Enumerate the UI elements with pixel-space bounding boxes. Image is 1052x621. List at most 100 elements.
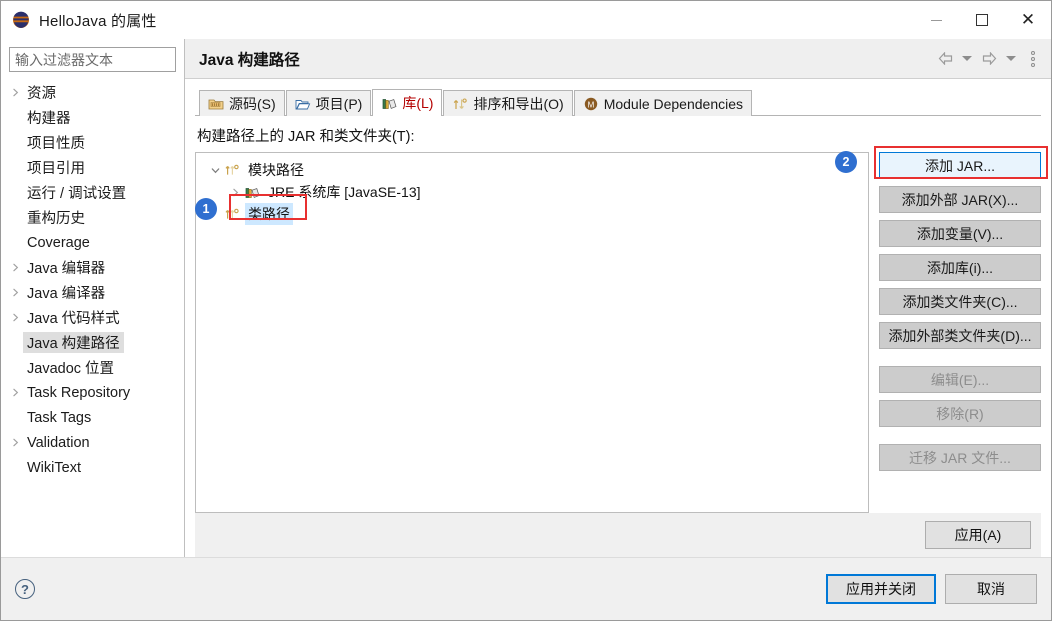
chevron-right-icon[interactable] bbox=[7, 312, 23, 323]
tab-4[interactable]: M Module Dependencies bbox=[573, 90, 753, 116]
minimize-icon bbox=[930, 19, 942, 21]
chevron-right-icon[interactable] bbox=[7, 262, 23, 273]
sidebar-item-2[interactable]: 项目性质 bbox=[1, 130, 184, 155]
sidebar-item-6[interactable]: Coverage bbox=[1, 230, 184, 255]
sidebar-item-8[interactable]: Java 编译器 bbox=[1, 280, 184, 305]
chevron-down-icon[interactable] bbox=[206, 165, 224, 176]
sidebar-item-0[interactable]: 资源 bbox=[1, 80, 184, 105]
sidebar-item-9[interactable]: Java 代码样式 bbox=[1, 305, 184, 330]
sidebar-item-5[interactable]: 重构历史 bbox=[1, 205, 184, 230]
tree-row-label: 模块路径 bbox=[248, 162, 304, 178]
properties-dialog: HelloJava 的属性 ✕ 资源构建器项目性质项目引用运行 / 调试设置重构… bbox=[0, 0, 1052, 621]
build-path-button-7: 移除(R) bbox=[879, 400, 1041, 427]
page-header-nav bbox=[935, 48, 1043, 70]
minimize-button[interactable] bbox=[913, 1, 959, 39]
back-arrow-icon[interactable] bbox=[935, 48, 955, 70]
settings-tree[interactable]: 资源构建器项目性质项目引用运行 / 调试设置 重构历史 Coverage Java 编… bbox=[1, 76, 184, 557]
close-icon: ✕ bbox=[1020, 9, 1036, 30]
forward-history-chevron-down-icon[interactable] bbox=[1001, 48, 1021, 70]
classpath-tree[interactable]: 模块路径 JRE 系统库 [JavaSE-13] 类路径 bbox=[195, 152, 869, 513]
build-path-button-8: 迁移 JAR 文件... bbox=[879, 444, 1041, 471]
build-path-content: 模块路径 JRE 系统库 [JavaSE-13] 类路径 添加 JAR... 添加外部… bbox=[195, 152, 1041, 513]
maximize-icon bbox=[976, 14, 988, 26]
build-path-button-2[interactable]: 添加变量(V)... bbox=[879, 220, 1041, 247]
chevron-right-icon[interactable] bbox=[7, 287, 23, 298]
tab-2[interactable]: 库(L) bbox=[372, 89, 443, 116]
chevron-right-icon[interactable] bbox=[226, 187, 244, 198]
footer-buttons: 应用并关闭 取消 bbox=[826, 574, 1037, 604]
tab-0[interactable]: 源码(S) bbox=[199, 90, 285, 116]
sidebar-item-label: 重构历史 bbox=[27, 211, 85, 227]
filter-container bbox=[1, 39, 184, 76]
sidebar-item-10[interactable]: Java 构建路径 bbox=[1, 330, 184, 355]
sidebar-item-14[interactable]: Validation bbox=[1, 430, 184, 455]
tree-row-0[interactable]: 模块路径 bbox=[196, 159, 868, 181]
settings-sidebar: 资源构建器项目性质项目引用运行 / 调试设置重构历史 Coverage Java 编… bbox=[1, 39, 185, 557]
sidebar-item-label: Validation bbox=[27, 434, 90, 451]
build-path-button-1[interactable]: 添加外部 JAR(X)... bbox=[879, 186, 1041, 213]
module-path-icon bbox=[225, 208, 239, 219]
forward-arrow-icon[interactable] bbox=[979, 48, 999, 70]
build-path-tabs[interactable]: 源码(S) 项目(P) 库(L) 排序和导出(O) M Module Dependenci… bbox=[195, 89, 1041, 116]
back-history-chevron-down-icon[interactable] bbox=[957, 48, 977, 70]
filter-input[interactable] bbox=[9, 47, 176, 72]
open-folder-icon bbox=[295, 99, 310, 109]
window-title: HelloJava 的属性 bbox=[39, 12, 157, 30]
sidebar-item-label: Coverage bbox=[27, 234, 90, 251]
apply-button[interactable]: 应用(A) bbox=[925, 521, 1031, 549]
tree-row-label: JRE 系统库 [JavaSE-13] bbox=[268, 184, 421, 200]
help-question-icon[interactable]: ? bbox=[15, 579, 35, 599]
sidebar-item-1[interactable]: 构建器 bbox=[1, 105, 184, 130]
view-menu-icon[interactable] bbox=[1023, 48, 1043, 70]
page-content: 源码(S) 项目(P) 库(L) 排序和导出(O) M Module Dependenci… bbox=[185, 79, 1051, 557]
sidebar-item-4[interactable]: 运行 / 调试设置 bbox=[1, 180, 184, 205]
build-path-button-column: 添加 JAR... 添加外部 JAR(X)... 添加变量(V)... 添加库(i).… bbox=[869, 152, 1041, 513]
build-path-button-4[interactable]: 添加类文件夹(C)... bbox=[879, 288, 1041, 315]
sidebar-item-label: 构建器 bbox=[27, 111, 71, 127]
tab-1[interactable]: 项目(P) bbox=[285, 90, 372, 116]
cancel-button[interactable]: 取消 bbox=[945, 574, 1037, 604]
tree-row-1[interactable]: JRE 系统库 [JavaSE-13] bbox=[196, 181, 868, 203]
tab-label: 项目(P) bbox=[315, 95, 363, 112]
maximize-button[interactable] bbox=[959, 1, 1005, 39]
sidebar-item-label: 项目性质 bbox=[27, 136, 85, 152]
dialog-body: 资源构建器项目性质项目引用运行 / 调试设置重构历史 Coverage Java 编… bbox=[1, 39, 1051, 557]
tab-3[interactable]: 排序和导出(O) bbox=[443, 90, 573, 116]
library-books-icon bbox=[245, 188, 260, 198]
dialog-footer: ? 应用并关闭 取消 bbox=[1, 557, 1051, 620]
close-button[interactable]: ✕ bbox=[1005, 1, 1051, 39]
sidebar-item-label: 运行 / 调试设置 bbox=[27, 186, 127, 202]
sidebar-item-15[interactable]: WikiText bbox=[1, 455, 184, 480]
sidebar-item-label: Java 编译器 bbox=[27, 286, 106, 302]
chevron-right-icon[interactable] bbox=[7, 387, 23, 398]
tree-row-label: 类路径 bbox=[245, 203, 293, 225]
page-title: Java 构建路径 bbox=[199, 51, 300, 69]
sidebar-item-7[interactable]: Java 编辑器 bbox=[1, 255, 184, 280]
build-path-button-3[interactable]: 添加库(i)... bbox=[879, 254, 1041, 281]
add-jar-button[interactable]: 添加 JAR... bbox=[879, 152, 1041, 179]
title-bar: HelloJava 的属性 ✕ bbox=[1, 1, 1051, 39]
chevron-right-icon[interactable] bbox=[7, 87, 23, 98]
order-export-icon bbox=[454, 97, 468, 109]
source-folder-icon bbox=[208, 99, 224, 109]
sidebar-item-label: Java 代码样式 bbox=[27, 311, 120, 327]
sidebar-item-label: 项目引用 bbox=[27, 161, 85, 177]
tab-label: 源码(S) bbox=[229, 95, 276, 112]
build-path-button-5[interactable]: 添加外部类文件夹(D)... bbox=[879, 322, 1041, 349]
sidebar-item-label: Task Tags bbox=[27, 409, 92, 426]
chevron-right-icon[interactable] bbox=[7, 437, 23, 448]
apply-and-close-button[interactable]: 应用并关闭 bbox=[826, 574, 936, 604]
sidebar-item-12[interactable]: Task Repository bbox=[1, 380, 184, 405]
window-controls: ✕ bbox=[913, 1, 1051, 39]
library-books-icon bbox=[382, 99, 397, 109]
sidebar-item-label: Java 构建路径 bbox=[23, 332, 124, 353]
sidebar-item-13[interactable]: Task Tags bbox=[1, 405, 184, 430]
classpath-tree-row[interactable]: 类路径 bbox=[196, 203, 868, 225]
settings-page: Java 构建路径 源码(S) 项目(P) 库(L) 排序和导出(O) M Mo… bbox=[185, 39, 1051, 557]
sidebar-item-11[interactable]: Javadoc 位置 bbox=[1, 355, 184, 380]
sidebar-item-label: Task Repository bbox=[27, 384, 131, 401]
sidebar-item-label: 资源 bbox=[27, 86, 56, 102]
sidebar-item-3[interactable]: 项目引用 bbox=[1, 155, 184, 180]
sidebar-item-label: WikiText bbox=[27, 459, 81, 476]
sidebar-item-label: Java 编辑器 bbox=[27, 261, 106, 277]
